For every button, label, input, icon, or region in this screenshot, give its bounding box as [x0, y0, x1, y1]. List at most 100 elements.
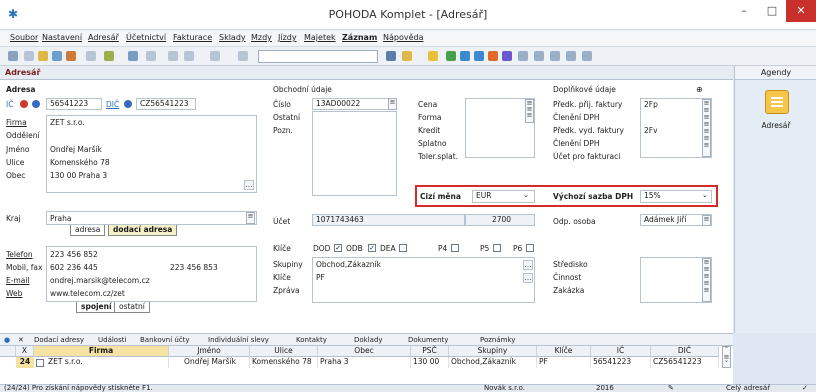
obec-value[interactable]: 130 00 Praha 3 [50, 171, 107, 180]
ares-icon[interactable] [20, 100, 28, 108]
col-header-dic[interactable]: DIČ [651, 346, 719, 357]
toolbar-icon-7[interactable] [104, 51, 114, 61]
tab-ostatni[interactable]: ostatní [114, 302, 150, 313]
tab-adresa[interactable]: adresa [70, 225, 106, 236]
ico-field[interactable]: 56541223 [46, 98, 102, 110]
toolbar-icon-25[interactable] [566, 51, 576, 61]
cell-psc[interactable]: 130 00 [411, 357, 449, 368]
col-header-x[interactable]: X [16, 346, 34, 357]
tab-dodaci-adresy[interactable]: Dodací adresy [34, 336, 84, 344]
klice-browse-button[interactable]: … [523, 273, 533, 283]
toolbar-icon-15[interactable] [402, 51, 412, 61]
chk-dod[interactable]: ✓ [334, 244, 342, 252]
menu-majetek[interactable]: Majetek [304, 33, 336, 42]
chk-dea[interactable] [399, 244, 407, 252]
menu-adresar[interactable]: Adresář [88, 33, 119, 42]
cell-ic[interactable]: 56541223 [591, 357, 651, 368]
chk-p5[interactable] [493, 244, 501, 252]
toolbar-icon-22[interactable] [518, 51, 528, 61]
predk-prij-value[interactable]: 2Fp [644, 100, 658, 109]
predkontace-list-button[interactable]: ≡ ≡ ≡ ≡ ≡ ≡ ≡ [702, 99, 711, 157]
tabs-close-icon[interactable]: ✕ [18, 336, 24, 344]
toolbar-icon-17[interactable] [446, 51, 456, 61]
ucet-field[interactable]: 1071743463 [312, 214, 465, 226]
ucet-kod-field[interactable]: 2700 [465, 214, 535, 226]
chk-odb[interactable]: ✓ [368, 244, 376, 252]
toolbar-icon-6[interactable] [86, 51, 96, 61]
dic-field[interactable]: CZ56541223 [136, 98, 196, 110]
tab-dodaci-adresa[interactable]: dodací adresa [108, 225, 178, 236]
cell-jmeno[interactable]: Ondřej Maršík [169, 357, 250, 368]
toolbar-icon-26[interactable] [582, 51, 592, 61]
toolbar-icon-10[interactable] [168, 51, 178, 61]
cell-obec[interactable]: Praha 3 [318, 357, 411, 368]
skupiny-value[interactable]: Obchod,Zákazník [316, 260, 381, 269]
kraj-value[interactable]: Praha [50, 214, 71, 223]
toolbar-icon-14[interactable] [386, 51, 396, 61]
tab-kontakty[interactable]: Kontakty [296, 336, 327, 344]
toolbar-icon-2[interactable] [24, 51, 34, 61]
telefon-value[interactable]: 223 456 852 [50, 250, 98, 259]
toolbar-icon-11[interactable] [184, 51, 194, 61]
toolbar-icon-19[interactable] [474, 51, 484, 61]
globe-icon[interactable] [32, 100, 40, 108]
kraj-field[interactable] [46, 211, 257, 225]
dic-label[interactable]: DIČ [106, 100, 119, 109]
email-value[interactable]: ondrej.marsik@telecom.cz [50, 276, 150, 285]
menu-mzdy[interactable]: Mzdy [251, 33, 272, 42]
toolbar-icon-16[interactable] [428, 51, 438, 61]
maximize-button[interactable]: □ [758, 0, 786, 22]
toolbar-icon-5[interactable] [66, 51, 76, 61]
col-header-klice[interactable]: Klíče [537, 346, 591, 357]
ulice-value[interactable]: Komenského 78 [50, 158, 110, 167]
minimize-button[interactable]: – [730, 0, 758, 22]
menu-ucetnictvi[interactable]: Účetnictví [126, 33, 166, 42]
toolbar-icon-4[interactable] [52, 51, 62, 61]
poznamka-field[interactable] [312, 111, 397, 196]
cena-forma-list-button[interactable]: ≡ ≡ ≡ [525, 99, 534, 123]
toolbar-icon-1[interactable] [8, 51, 18, 61]
row-number[interactable]: 24 [16, 357, 34, 368]
cell-ulice[interactable]: Komenského 78 [250, 357, 318, 368]
menu-fakturace[interactable]: Fakturace [173, 33, 212, 42]
address-book-icon[interactable] [765, 90, 789, 114]
odp-osoba-list-button[interactable]: ≡ [702, 215, 711, 226]
col-header-obec[interactable]: Obec [318, 346, 411, 357]
col-header-psc[interactable]: PSČ [411, 346, 449, 357]
web-value[interactable]: www.telecom.cz/zet [50, 289, 125, 298]
kraj-list-button[interactable]: ≡ [246, 212, 255, 224]
tab-udalosti[interactable]: Události [98, 336, 126, 344]
toolbar-icon-8[interactable] [128, 51, 138, 61]
cell-firma[interactable]: ZET s.r.o. [46, 357, 169, 368]
cell-klice[interactable]: PF [537, 357, 591, 368]
tab-spojeni[interactable]: spojení [76, 302, 117, 313]
col-header-skupiny[interactable]: Skupiny [449, 346, 537, 357]
tab-poznamky[interactable]: Poznámky [480, 336, 515, 344]
tab-doklady[interactable]: Doklady [354, 336, 383, 344]
cislo-field[interactable]: 13AD00022 [312, 98, 397, 110]
stredisko-list-button[interactable]: ≡ ≡ ≡ ≡ ≡ [702, 258, 711, 302]
tab-bankovni-ucty[interactable]: Bankovní účty [140, 336, 190, 344]
toolbar-icon-3[interactable] [38, 51, 48, 61]
predk-vyd-value[interactable]: 2Fv [644, 126, 658, 135]
skupiny-browse-button[interactable]: … [523, 260, 533, 270]
menu-jizdy[interactable]: Jízdy [278, 33, 297, 42]
menu-zaznam[interactable]: Záznam [342, 33, 377, 42]
dic-globe-icon[interactable] [124, 100, 132, 108]
klice2-value[interactable]: PF [316, 273, 325, 282]
settings-icon[interactable]: ⊕ [696, 85, 703, 94]
col-header-ulice[interactable]: Ulice [250, 346, 318, 357]
close-button[interactable]: ✕ [786, 0, 816, 22]
toolbar-icon-23[interactable] [534, 51, 544, 61]
cell-dic[interactable]: CZ56541223 [651, 357, 719, 368]
col-header-firma[interactable]: Firma [34, 346, 169, 357]
menu-sklady[interactable]: Sklady [219, 33, 246, 42]
tab-dokumenty[interactable]: Dokumenty [408, 336, 448, 344]
toolbar-search-combo[interactable] [258, 50, 378, 63]
tab-individualni-slevy[interactable]: Individuální slevy [208, 336, 269, 344]
firma-value[interactable]: ZET s.r.o. [50, 118, 85, 127]
obec-browse-button[interactable]: … [244, 180, 254, 190]
toolbar-icon-20[interactable] [488, 51, 498, 61]
ico-icons[interactable]: IČ [6, 100, 13, 109]
agenda-item-adresar[interactable]: Adresář [735, 121, 816, 130]
